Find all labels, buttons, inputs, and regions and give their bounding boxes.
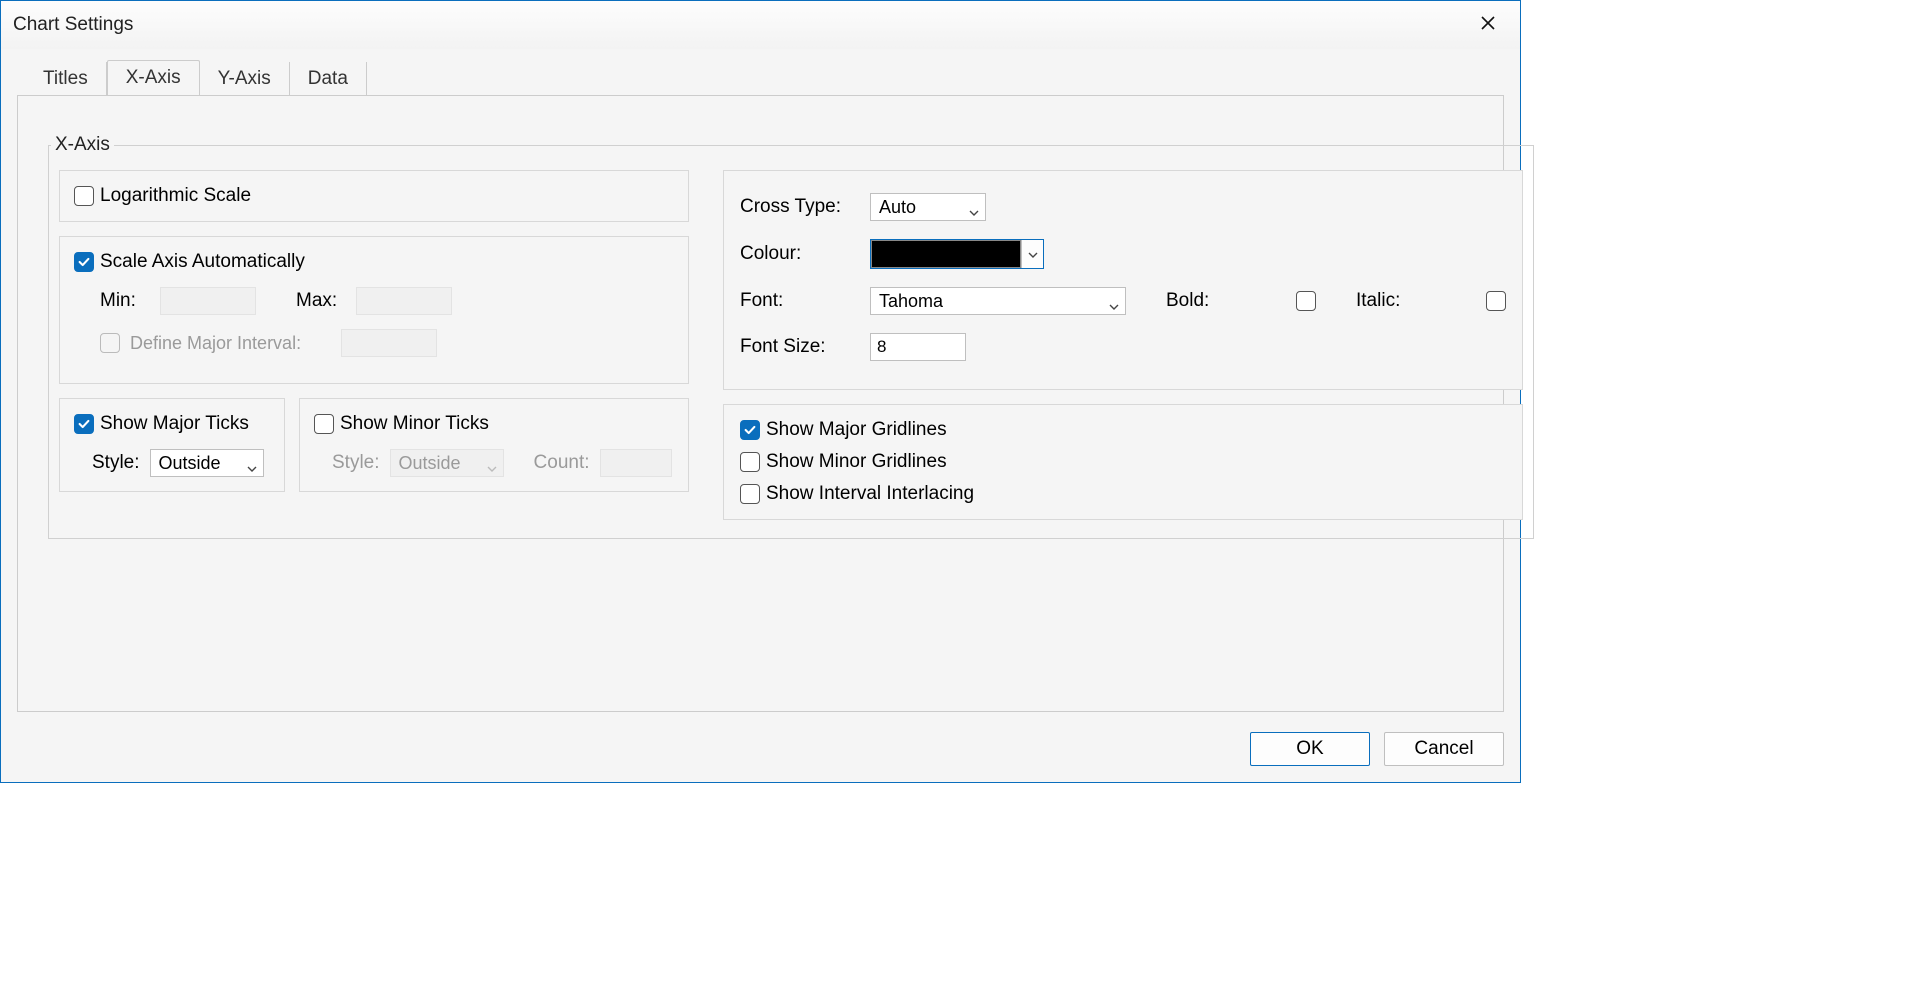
minor-count-input[interactable] [600,449,672,477]
minor-ticks-checkbox[interactable] [314,414,334,434]
major-style-select[interactable]: Outside [150,449,264,477]
chevron-down-icon [247,458,257,468]
tab-xaxis[interactable]: X-Axis [107,60,200,96]
log-scale-panel: Logarithmic Scale [59,170,689,222]
chevron-down-icon [1028,244,1038,265]
chevron-down-icon [1109,296,1119,306]
chart-settings-window: Chart Settings Titles X-Axis Y-Axis Data… [0,0,1521,783]
minor-ticks-panel: Show Minor Ticks Style: Outside [299,398,689,492]
major-style-value: Outside [159,453,221,474]
interlacing-checkbox[interactable] [740,484,760,504]
major-gridlines-label: Show Major Gridlines [766,419,947,441]
tab-titles[interactable]: Titles [25,62,107,96]
font-value: Tahoma [879,291,943,312]
min-label: Min: [100,290,150,312]
font-select[interactable]: Tahoma [870,287,1126,315]
colour-dropdown-button[interactable] [1021,240,1043,268]
font-label: Font: [740,290,860,312]
cancel-button[interactable]: Cancel [1384,732,1504,766]
major-ticks-panel: Show Major Ticks Style: Outside [59,398,285,492]
chevron-down-icon [969,202,979,212]
ok-button[interactable]: OK [1250,732,1370,766]
minor-gridlines-checkbox[interactable] [740,452,760,472]
define-interval-label: Define Major Interval: [130,333,301,354]
major-gridlines-checkbox[interactable] [740,420,760,440]
max-input[interactable] [356,287,452,315]
close-icon [1480,15,1496,36]
max-label: Max: [296,290,346,312]
chevron-down-icon [487,458,497,468]
colour-swatch [871,240,1021,268]
minor-ticks-label: Show Minor Ticks [340,413,489,435]
min-input[interactable] [160,287,256,315]
scale-auto-checkbox[interactable] [74,252,94,272]
define-interval-checkbox [100,333,120,353]
cross-type-label: Cross Type: [740,196,860,218]
interval-input[interactable] [341,329,437,357]
major-ticks-label: Show Major Ticks [100,413,249,435]
cross-type-select[interactable]: Auto [870,193,986,221]
minor-count-label: Count: [534,452,590,474]
cross-type-value: Auto [879,197,916,218]
bold-label: Bold: [1166,290,1286,312]
tab-yaxis[interactable]: Y-Axis [200,62,290,96]
minor-gridlines-label: Show Minor Gridlines [766,451,947,473]
appearance-panel: Cross Type: Auto Colour: [723,170,1523,390]
minor-style-select: Outside [390,449,504,477]
titlebar: Chart Settings [1,1,1520,49]
major-style-label: Style: [92,452,140,474]
scale-panel: Scale Axis Automatically Min: Max: [59,236,689,384]
minor-style-label: Style: [332,452,380,474]
log-scale-label: Logarithmic Scale [100,185,251,207]
dialog-footer: OK Cancel [1250,732,1504,766]
font-size-label: Font Size: [740,336,860,358]
italic-label: Italic: [1356,290,1476,312]
interlacing-label: Show Interval Interlacing [766,483,974,505]
major-ticks-checkbox[interactable] [74,414,94,434]
bold-checkbox[interactable] [1296,291,1316,311]
italic-checkbox[interactable] [1486,291,1506,311]
content-area: Titles X-Axis Y-Axis Data X-Axis Logarit… [17,61,1504,712]
font-size-input[interactable] [870,333,966,361]
tabstrip: Titles X-Axis Y-Axis Data [25,61,1504,95]
gridlines-panel: Show Major Gridlines Show Minor Gridline… [723,404,1523,520]
close-button[interactable] [1468,9,1508,41]
group-legend: X-Axis [51,134,114,156]
scale-auto-label: Scale Axis Automatically [100,251,305,273]
log-scale-checkbox[interactable] [74,186,94,206]
xaxis-group: X-Axis Logarithmic Scale [48,134,1534,539]
colour-label: Colour: [740,243,860,265]
window-title: Chart Settings [13,14,133,36]
tab-data[interactable]: Data [290,62,367,96]
tabpanel-xaxis: X-Axis Logarithmic Scale [17,95,1504,712]
minor-style-value: Outside [399,453,461,474]
colour-picker[interactable] [870,239,1044,269]
